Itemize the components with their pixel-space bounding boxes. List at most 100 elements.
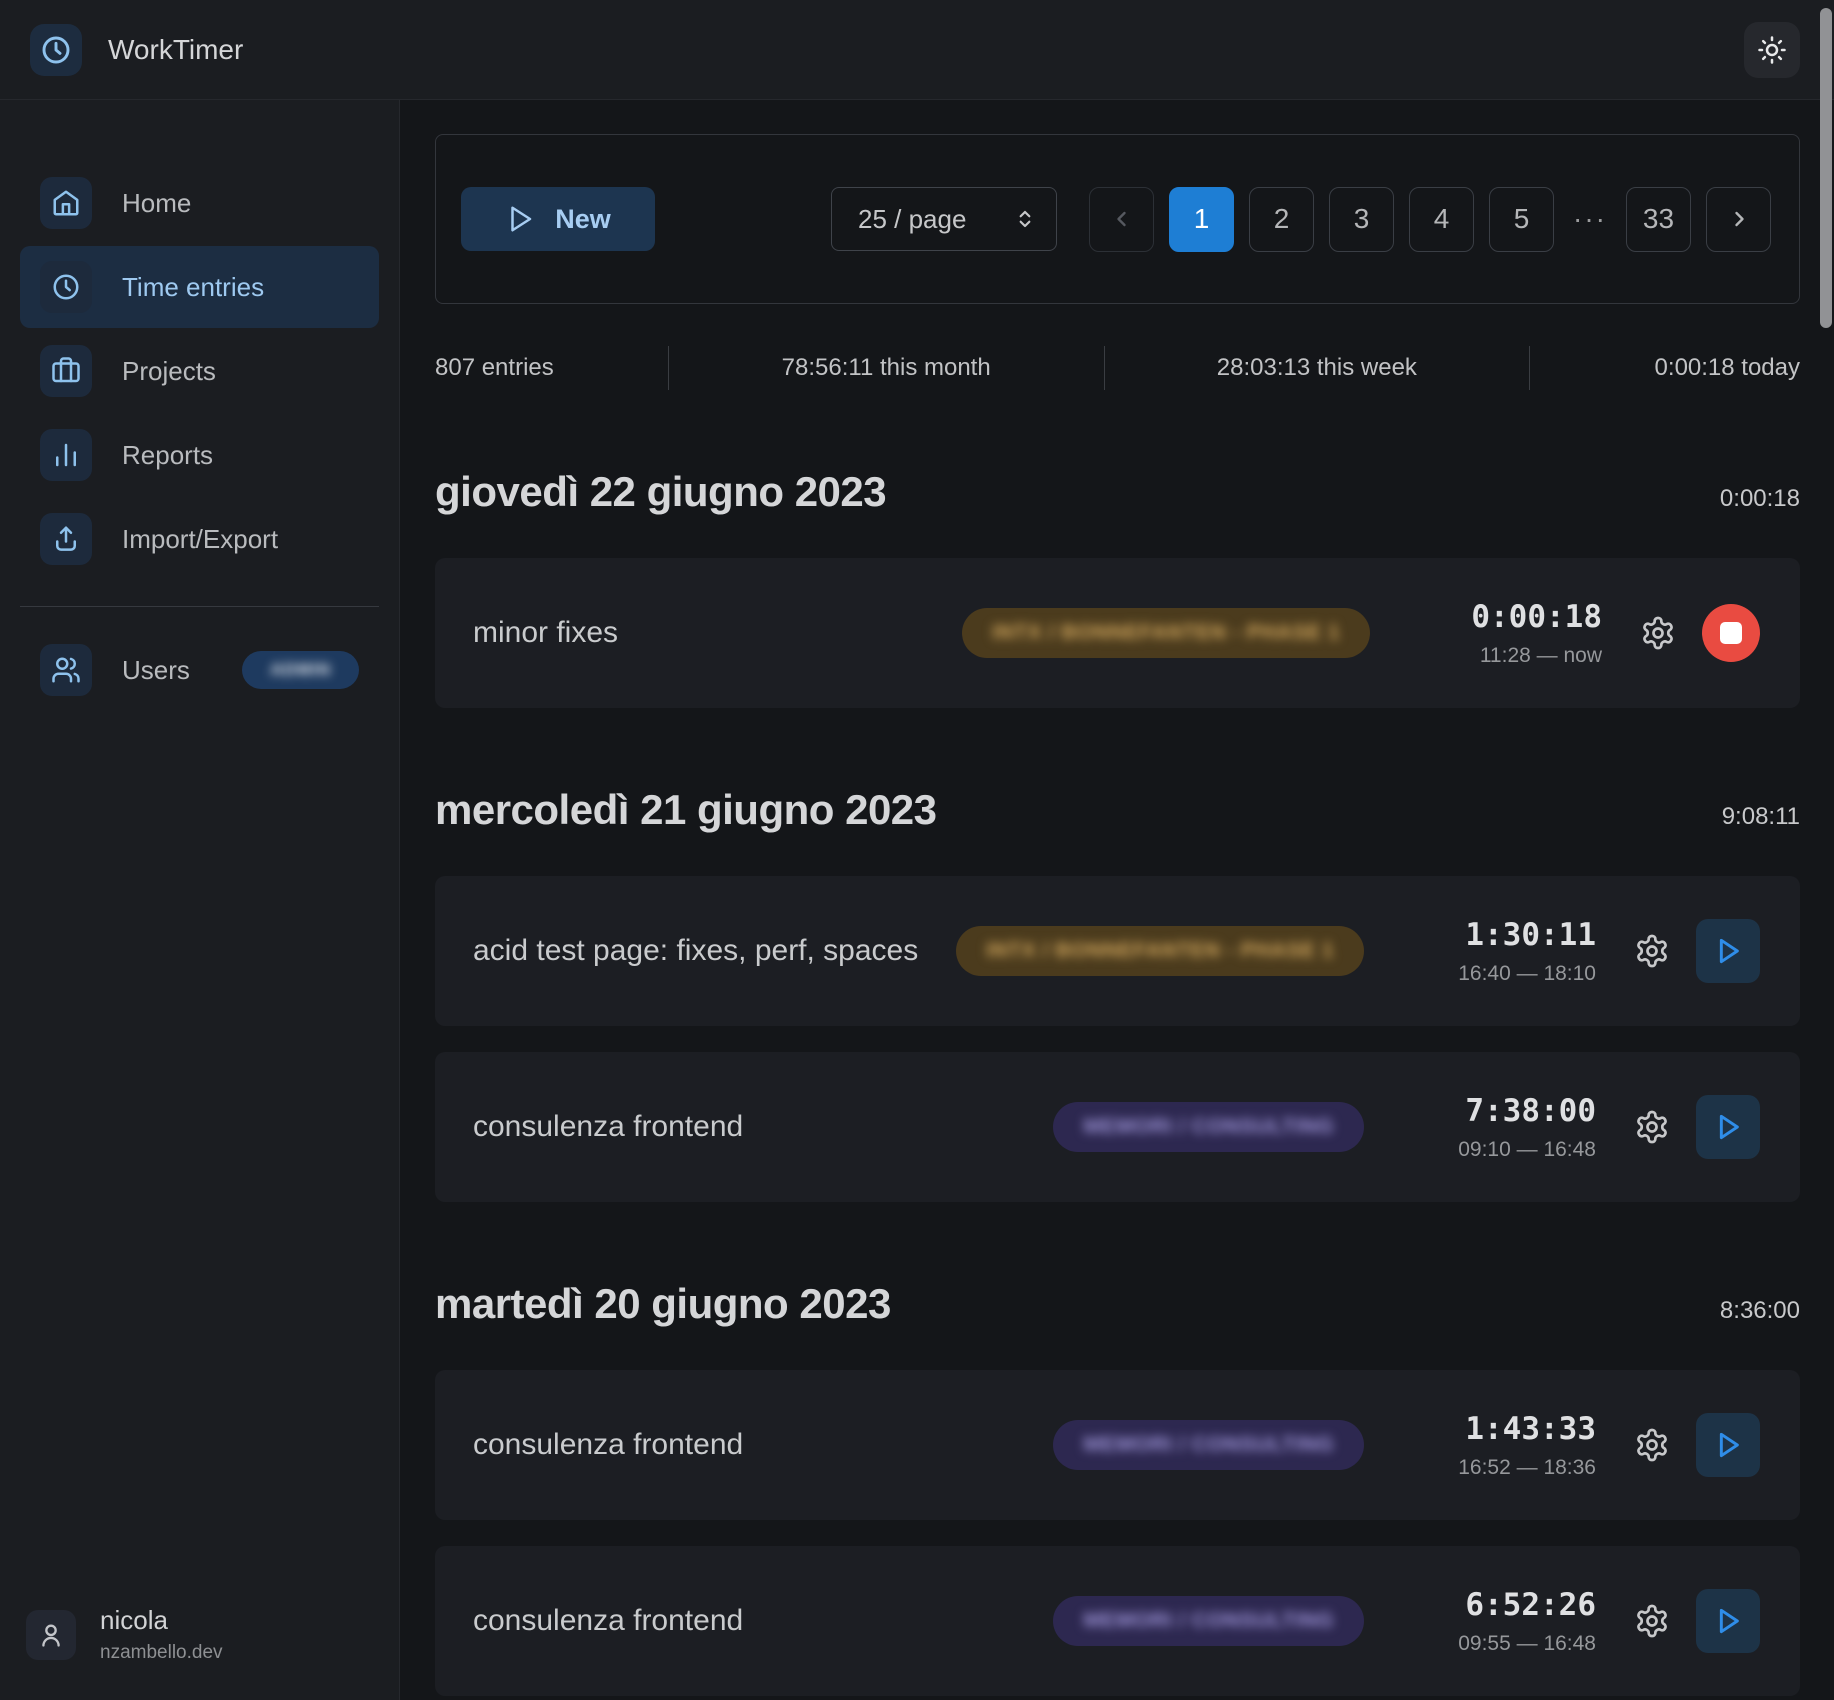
previous-page-button[interactable] [1089, 187, 1154, 252]
start-timer-button[interactable] [1696, 1413, 1760, 1477]
next-page-button[interactable] [1706, 187, 1771, 252]
sidebar-item-projects[interactable]: Projects [20, 330, 379, 412]
upload-icon [40, 513, 92, 565]
profile-domain: nzambello.dev [100, 1642, 223, 1664]
user-icon [26, 1610, 76, 1660]
page-size-select[interactable]: 25 / page [831, 187, 1057, 251]
day-section: martedì 20 giugno 2023 8:36:00 consulenz… [435, 1280, 1800, 1696]
page-button-5[interactable]: 5 [1489, 187, 1554, 252]
start-timer-button[interactable] [1696, 919, 1760, 983]
stop-icon [1720, 622, 1742, 644]
new-entry-button[interactable]: New [461, 187, 655, 251]
entry-time-range: 09:10 — 16:48 [1458, 1138, 1596, 1162]
entry-time: 1:43:33 16:52 — 18:36 [1406, 1411, 1596, 1480]
entry-title: minor fixes [473, 616, 962, 650]
entry-settings-button[interactable] [1640, 615, 1676, 651]
sidebar-item-reports[interactable]: Reports [20, 414, 379, 496]
entry-settings-button[interactable] [1634, 1427, 1670, 1463]
day-total: 0:00:18 [1720, 485, 1800, 513]
page-button-last[interactable]: 33 [1626, 187, 1691, 252]
sidebar-item-label: Time entries [122, 272, 264, 303]
toolbar: New 25 / page 1 2 3 4 5 ··· [435, 134, 1800, 304]
page-button-2[interactable]: 2 [1249, 187, 1314, 252]
gear-icon [1634, 1427, 1670, 1463]
day-title: mercoledì 21 giugno 2023 [435, 786, 937, 834]
day-header: martedì 20 giugno 2023 8:36:00 [435, 1280, 1800, 1328]
day-list: giovedì 22 giugno 2023 0:00:18 minor fix… [435, 468, 1800, 1696]
briefcase-icon [40, 345, 92, 397]
stat-today: 0:00:18 today [1530, 354, 1800, 382]
clock-icon [40, 261, 92, 313]
user-profile[interactable]: nicola nzambello.dev [0, 1605, 399, 1664]
sidebar-divider [20, 606, 379, 607]
stop-timer-button[interactable] [1702, 604, 1760, 662]
day-header: giovedì 22 giugno 2023 0:00:18 [435, 468, 1800, 516]
page-button-1[interactable]: 1 [1169, 187, 1234, 252]
sidebar-item-label: Reports [122, 440, 213, 471]
sidebar-item-home[interactable]: Home [20, 162, 379, 244]
page-button-3[interactable]: 3 [1329, 187, 1394, 252]
play-icon [1712, 1605, 1744, 1637]
main-content: New 25 / page 1 2 3 4 5 ··· [400, 100, 1834, 1700]
sidebar-item-label: Users [122, 655, 190, 686]
sidebar-item-label: Projects [122, 356, 216, 387]
gear-icon [1634, 1109, 1670, 1145]
theme-toggle-button[interactable] [1744, 22, 1800, 78]
project-badge: INTX / BONNEFANTEN - PHASE 1 [956, 926, 1364, 976]
day-entries: minor fixes INTX / BONNEFANTEN - PHASE 1… [435, 558, 1800, 708]
app-title: WorkTimer [108, 34, 243, 66]
time-entry-row: minor fixes INTX / BONNEFANTEN - PHASE 1… [435, 558, 1800, 708]
entry-duration: 1:30:11 [1465, 917, 1596, 953]
entry-time: 7:38:00 09:10 — 16:48 [1406, 1093, 1596, 1162]
entry-time-range: 16:40 — 18:10 [1458, 962, 1596, 986]
bar-chart-icon [40, 429, 92, 481]
entry-settings-button[interactable] [1634, 933, 1670, 969]
scrollbar-thumb[interactable] [1820, 8, 1832, 328]
time-entry-row: consulenza frontend MEMORI / CONSULTING … [435, 1546, 1800, 1696]
day-section: giovedì 22 giugno 2023 0:00:18 minor fix… [435, 468, 1800, 708]
play-icon [1712, 1429, 1744, 1461]
project-badge: MEMORI / CONSULTING [1053, 1596, 1364, 1646]
sidebar-item-time-entries[interactable]: Time entries [20, 246, 379, 328]
start-timer-button[interactable] [1696, 1095, 1760, 1159]
entry-settings-button[interactable] [1634, 1109, 1670, 1145]
entry-duration: 0:00:18 [1471, 599, 1602, 635]
stat-total-entries: 807 entries [435, 354, 668, 382]
day-entries: consulenza frontend MEMORI / CONSULTING … [435, 1370, 1800, 1696]
time-entry-row: acid test page: fixes, perf, spaces INTX… [435, 876, 1800, 1026]
page-size-value: 25 / page [858, 204, 966, 235]
day-header: mercoledì 21 giugno 2023 9:08:11 [435, 786, 1800, 834]
time-entry-row: consulenza frontend MEMORI / CONSULTING … [435, 1370, 1800, 1520]
entry-time: 1:30:11 16:40 — 18:10 [1406, 917, 1596, 986]
entry-duration: 7:38:00 [1465, 1093, 1596, 1129]
start-timer-button[interactable] [1696, 1589, 1760, 1653]
entry-settings-button[interactable] [1634, 1603, 1670, 1639]
sidebar-nav: Home Time entries Projects Reports [0, 162, 399, 582]
chevron-up-down-icon [1012, 206, 1038, 232]
entry-time: 0:00:18 11:28 — now [1412, 599, 1602, 668]
entry-title: consulenza frontend [473, 1110, 1053, 1144]
admin-badge-text: ADMIN [270, 660, 331, 680]
entry-time-range: 16:52 — 18:36 [1458, 1456, 1596, 1480]
project-badge-text: INTX / BONNEFANTEN - PHASE 1 [986, 939, 1334, 963]
project-badge-text: MEMORI / CONSULTING [1083, 1433, 1334, 1457]
stat-this-month: 78:56:11 this month [669, 354, 1104, 382]
sidebar-item-label: Home [122, 188, 191, 219]
entry-time-range: 11:28 — now [1480, 644, 1602, 668]
home-icon [40, 177, 92, 229]
sidebar: Home Time entries Projects Reports [0, 100, 400, 1700]
day-title: martedì 20 giugno 2023 [435, 1280, 891, 1328]
day-entries: acid test page: fixes, perf, spaces INTX… [435, 876, 1800, 1202]
topbar: WorkTimer [0, 0, 1834, 100]
sidebar-item-import-export[interactable]: Import/Export [20, 498, 379, 580]
stats-bar: 807 entries 78:56:11 this month 28:03:13… [435, 346, 1800, 390]
app-logo [30, 24, 82, 76]
sidebar-item-users[interactable]: Users ADMIN [20, 629, 379, 711]
time-entry-row: consulenza frontend MEMORI / CONSULTING … [435, 1052, 1800, 1202]
project-badge: INTX / BONNEFANTEN - PHASE 1 [962, 608, 1370, 658]
project-badge-text: MEMORI / CONSULTING [1083, 1115, 1334, 1139]
new-entry-label: New [555, 204, 611, 235]
pagination-ellipsis: ··· [1569, 203, 1611, 235]
play-icon [1712, 1111, 1744, 1143]
page-button-4[interactable]: 4 [1409, 187, 1474, 252]
